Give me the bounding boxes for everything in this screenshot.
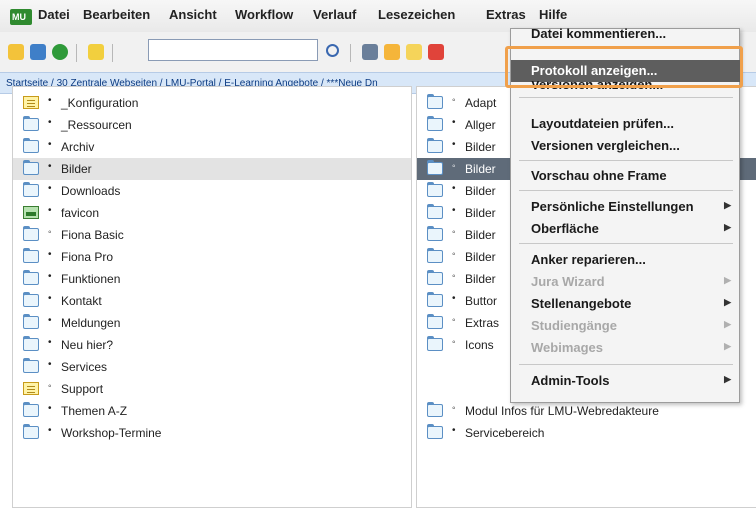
menu-item-layoutdateien-pruefen[interactable]: Layoutdateien prüfen... <box>511 113 741 135</box>
menu-separator <box>519 97 733 98</box>
image-icon <box>23 206 39 219</box>
submenu-arrow-icon: ▶ <box>724 374 731 384</box>
submenu-arrow-icon: ▶ <box>724 319 731 329</box>
list-item[interactable]: • Funktionen <box>13 268 411 290</box>
delete-icon[interactable] <box>428 44 444 60</box>
menu-separator <box>519 364 733 365</box>
submenu-arrow-icon: ▶ <box>724 275 731 285</box>
menu-extras[interactable]: Extras <box>486 7 526 22</box>
list-item[interactable]: • Fiona Pro <box>13 246 411 268</box>
folder-icon <box>427 182 443 197</box>
list-item-selected[interactable]: • Bilder <box>13 158 411 180</box>
folder-icon <box>427 402 443 417</box>
toolbar-separator <box>350 44 351 62</box>
folder-icon <box>427 248 443 263</box>
list-item[interactable]: • Archiv <box>13 136 411 158</box>
folder-icon <box>23 248 39 263</box>
search-icon[interactable] <box>326 44 339 57</box>
menu-item-versionen-vergleichen[interactable]: Versionen vergleichen... <box>511 135 741 157</box>
cut-icon[interactable] <box>362 44 378 60</box>
menu-item-admin-tools[interactable]: Admin-Tools ▶ <box>511 370 741 392</box>
list-item[interactable]: • Neu hier? <box>13 334 411 356</box>
menu-item-datei-kommentieren[interactable]: Datei kommentieren... <box>511 23 741 45</box>
folder-icon <box>23 270 39 285</box>
menu-ansicht[interactable]: Ansicht <box>169 7 217 22</box>
list-item[interactable]: ◦ Support <box>13 378 411 400</box>
folder-icon <box>427 226 443 241</box>
folder-icon <box>23 402 39 417</box>
document-folder-icon <box>23 96 39 109</box>
folder-icon <box>23 424 39 439</box>
submenu-arrow-icon: ▶ <box>724 222 731 232</box>
folder-icon <box>427 160 443 175</box>
menu-verlauf[interactable]: Verlauf <box>313 7 356 22</box>
submenu-arrow-icon: ▶ <box>724 341 731 351</box>
menu-separator <box>519 190 733 191</box>
folder-icon <box>427 424 443 439</box>
menu-separator <box>519 243 733 244</box>
submenu-arrow-icon: ▶ <box>724 200 731 210</box>
copy-icon[interactable] <box>384 44 400 60</box>
list-item[interactable]: • Kontakt <box>13 290 411 312</box>
folder-icon <box>427 270 443 285</box>
submenu-arrow-icon: ▶ <box>724 297 731 307</box>
highlight-frame <box>505 46 743 88</box>
toolbar-separator <box>112 44 113 62</box>
folder-icon <box>23 138 39 153</box>
folder-icon <box>427 138 443 153</box>
folder-icon <box>23 314 39 329</box>
folder-icon <box>427 94 443 109</box>
menu-separator <box>519 160 733 161</box>
folder-icon <box>427 292 443 307</box>
folder-icon <box>23 336 39 351</box>
folder-icon <box>23 292 39 307</box>
folder-icon <box>23 226 39 241</box>
menu-item-jura-wizard: Jura Wizard ▶ <box>531 274 731 289</box>
edit-icon[interactable] <box>8 44 24 60</box>
menu-item-anker-reparieren[interactable]: Anker reparieren... <box>511 249 741 271</box>
list-item[interactable]: • Services <box>13 356 411 378</box>
menu-item-webimages: Webimages ▶ <box>531 340 731 355</box>
menu-item-vorschau-ohne-frame[interactable]: Vorschau ohne Frame <box>511 165 741 187</box>
folder-icon <box>23 182 39 197</box>
list-item[interactable]: • Downloads <box>13 180 411 202</box>
toolbar-separator <box>76 44 77 62</box>
search-input[interactable] <box>148 39 318 61</box>
folder-icon <box>23 358 39 373</box>
folder-icon <box>427 336 443 351</box>
menu-lesezeichen[interactable]: Lesezeichen <box>378 7 455 22</box>
list-item[interactable]: • Themen A-Z <box>13 400 411 422</box>
menu-item-persoenliche-einstellungen[interactable]: Persönliche Einstellungen ▶ <box>511 196 741 218</box>
menu-item-oberflaeche[interactable]: Oberfläche ▶ <box>511 218 741 240</box>
list-item[interactable]: ◦ Fiona Basic <box>13 224 411 246</box>
list-item[interactable]: • _Konfiguration <box>13 92 411 114</box>
list-item[interactable]: ◦ Modul Infos für LMU-Webredakteure <box>417 400 756 422</box>
list-item[interactable]: • Servicebereich <box>417 422 756 444</box>
menu-item-studiengaenge: Studiengänge ▶ <box>531 318 731 333</box>
check-icon[interactable] <box>88 44 104 60</box>
folder-icon <box>23 116 39 131</box>
document-folder-icon <box>23 382 39 395</box>
folder-icon <box>427 204 443 219</box>
list-item[interactable]: • Workshop-Termine <box>13 422 411 444</box>
menu-workflow[interactable]: Workflow <box>235 7 293 22</box>
folder-icon <box>23 160 39 175</box>
list-item[interactable]: • favicon <box>13 202 411 224</box>
folder-icon <box>427 116 443 131</box>
paste-icon[interactable] <box>406 44 422 60</box>
app-logo-icon <box>10 9 32 25</box>
menu-hilfe[interactable]: Hilfe <box>539 7 567 22</box>
list-item[interactable]: • _Ressourcen <box>13 114 411 136</box>
folder-icon <box>427 314 443 329</box>
left-folder-panel: • _Konfiguration • _Ressourcen • Archiv • Bi… <box>12 86 412 508</box>
folder-new-icon[interactable] <box>30 44 46 60</box>
menu-item-stellenangebote[interactable]: Stellenangebote ▶ <box>511 293 741 315</box>
menu-datei[interactable]: Datei <box>38 7 70 22</box>
menu-bearbeiten[interactable]: Bearbeiten <box>83 7 150 22</box>
list-item[interactable]: • Meldungen <box>13 312 411 334</box>
globe-icon[interactable] <box>52 44 68 60</box>
